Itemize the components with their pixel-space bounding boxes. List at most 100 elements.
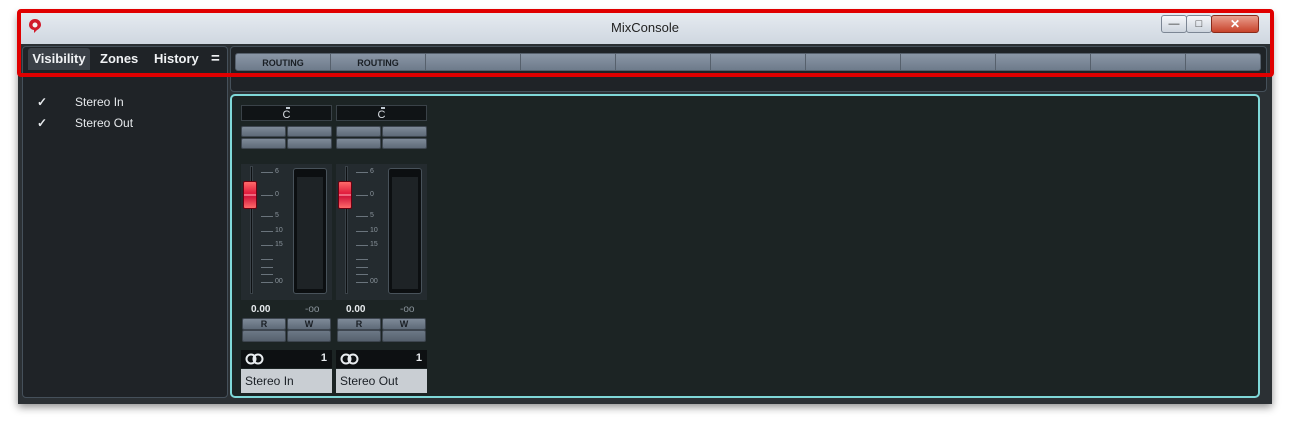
meter-fill: [392, 177, 418, 289]
channel-strip-stereo-out: C 6 0 5 10 15 00 0.00 -oo R W 1 Stereo O…: [335, 104, 428, 393]
tab-visibility[interactable]: Visibility: [28, 48, 90, 70]
routing-cell[interactable]: [521, 54, 616, 70]
scale-tick: [356, 267, 368, 268]
pan-control[interactable]: C: [336, 105, 427, 121]
routing-cell[interactable]: [1091, 54, 1186, 70]
minimize-icon: —: [1168, 18, 1180, 30]
scale-tick: [261, 172, 273, 173]
scale-label: 00: [370, 278, 378, 285]
scale-tick: [356, 245, 368, 246]
channel-config-row: 1: [241, 350, 332, 368]
window-title: MixConsole: [611, 20, 679, 35]
pan-control[interactable]: C: [241, 105, 332, 121]
routing-bar: ROUTING ROUTING: [235, 53, 1261, 71]
read-automation-button[interactable]: R: [242, 318, 286, 330]
value-row: 0.00 -oo: [241, 304, 332, 316]
volume-fader-handle[interactable]: [338, 181, 352, 209]
scale-tick: [261, 282, 273, 283]
visibility-item-label: Stereo In: [75, 95, 124, 109]
scale-label: 10: [275, 227, 283, 234]
visibility-item-label: Stereo Out: [75, 116, 134, 130]
scale-label: 0: [370, 191, 374, 198]
control-button[interactable]: [287, 330, 331, 342]
pan-value: C: [377, 109, 386, 121]
mixconsole-window: MixConsole — □ ✕ ✓ Stereo In ✓ Stereo Ou…: [18, 12, 1272, 404]
channel-strip-area: C 6 0 5 10 15 00 0.00 -oo R W 1 Stereo I…: [230, 94, 1260, 398]
scale-tick: [356, 172, 368, 173]
channel-number: 1: [415, 352, 422, 364]
close-button[interactable]: ✕: [1211, 15, 1259, 33]
scale-tick: [356, 231, 368, 232]
channel-config-row: 1: [336, 350, 427, 368]
pan-value: C: [282, 109, 291, 121]
scale-label: 5: [275, 212, 279, 219]
scale-tick: [261, 231, 273, 232]
tab-history[interactable]: History: [154, 48, 199, 70]
channel-name[interactable]: Stereo Out: [336, 369, 427, 393]
channel-name[interactable]: Stereo In: [241, 369, 332, 393]
scale-tick: [356, 274, 368, 275]
level-meter: [293, 168, 327, 294]
fader-section: 6 0 5 10 15 00: [241, 164, 332, 300]
peak-value[interactable]: -oo: [305, 304, 319, 315]
routing-cell[interactable]: [426, 54, 521, 70]
read-automation-button[interactable]: R: [337, 318, 381, 330]
write-automation-button[interactable]: W: [287, 318, 331, 330]
checkmark-icon[interactable]: ✓: [37, 92, 51, 112]
routing-cell[interactable]: [1186, 54, 1260, 70]
close-icon: ✕: [1229, 17, 1241, 31]
tab-zones[interactable]: Zones: [100, 48, 138, 70]
routing-cell[interactable]: [616, 54, 711, 70]
scale-label: 6: [275, 168, 279, 175]
title-bar[interactable]: MixConsole — □ ✕: [18, 12, 1272, 44]
minimize-button[interactable]: —: [1161, 15, 1187, 33]
insert-slot[interactable]: [382, 138, 427, 149]
control-button[interactable]: [242, 330, 286, 342]
write-automation-button[interactable]: W: [382, 318, 426, 330]
routing-cell[interactable]: ROUTING: [331, 54, 426, 70]
insert-slot[interactable]: [287, 126, 332, 137]
routing-cell[interactable]: [901, 54, 996, 70]
insert-slot[interactable]: [336, 126, 381, 137]
volume-value[interactable]: 0.00: [251, 304, 270, 315]
scale-label: 5: [370, 212, 374, 219]
scale-label: 00: [275, 278, 283, 285]
scale-tick: [261, 274, 273, 275]
checkmark-icon[interactable]: ✓: [37, 113, 51, 133]
routing-cell[interactable]: [996, 54, 1091, 70]
stereo-link-icon[interactable]: [340, 353, 360, 365]
scale-tick: [261, 195, 273, 196]
insert-slot[interactable]: [336, 138, 381, 149]
insert-slot[interactable]: [241, 126, 286, 137]
scale-label: 15: [370, 241, 378, 248]
value-row: 0.00 -oo: [336, 304, 427, 316]
insert-slot[interactable]: [287, 138, 332, 149]
channel-number: 1: [320, 352, 327, 364]
insert-slot[interactable]: [382, 126, 427, 137]
volume-value[interactable]: 0.00: [346, 304, 365, 315]
peak-value[interactable]: -oo: [400, 304, 414, 315]
maximize-icon: □: [1195, 18, 1203, 30]
routing-cell[interactable]: [711, 54, 806, 70]
control-button[interactable]: [382, 330, 426, 342]
level-meter: [388, 168, 422, 294]
routing-cell[interactable]: ROUTING: [236, 54, 331, 70]
left-zone-panel: ✓ Stereo In ✓ Stereo Out: [22, 46, 228, 398]
scale-label: 6: [370, 168, 374, 175]
scale-tick: [356, 282, 368, 283]
scale-label: 15: [275, 241, 283, 248]
pan-marker: [286, 107, 290, 109]
control-button[interactable]: [337, 330, 381, 342]
scale-tick: [356, 216, 368, 217]
fader-section: 6 0 5 10 15 00: [336, 164, 427, 300]
insert-slot[interactable]: [241, 138, 286, 149]
routing-rack: ROUTING ROUTING: [230, 46, 1267, 92]
maximize-button[interactable]: □: [1186, 15, 1212, 33]
scale-tick: [356, 259, 368, 260]
scale-tick: [261, 216, 273, 217]
pan-marker: [381, 107, 385, 109]
menu-icon[interactable]: =: [211, 48, 220, 70]
routing-cell[interactable]: [806, 54, 901, 70]
stereo-link-icon[interactable]: [245, 353, 265, 365]
volume-fader-handle[interactable]: [243, 181, 257, 209]
